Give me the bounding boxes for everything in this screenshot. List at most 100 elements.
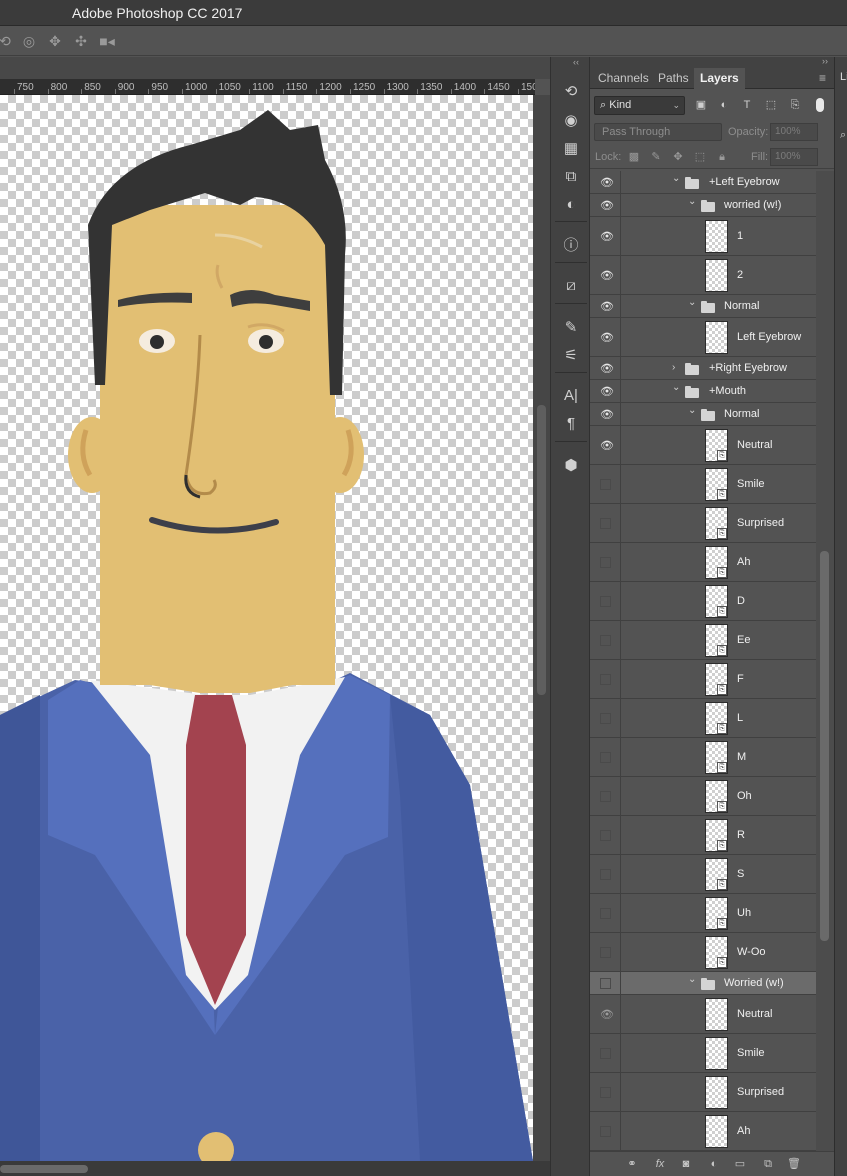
layer-row[interactable]: ⎘ Surprised	[590, 504, 816, 543]
visibility-cell[interactable]: 👁︎	[590, 426, 621, 464]
fx-icon[interactable]: fx	[652, 1157, 668, 1171]
shape-filter-icon[interactable]: ⬚	[764, 98, 778, 112]
layers-scroll-thumb[interactable]	[820, 551, 829, 941]
adjustment-filter-icon[interactable]: ◐	[717, 98, 731, 112]
layer-group-row[interactable]: 👁︎ ⌄ worried (w!)	[590, 194, 816, 217]
visibility-toggle-empty[interactable]	[600, 635, 611, 646]
eye-icon[interactable]: 👁︎	[600, 270, 614, 281]
layer-row[interactable]: ⎘ L	[590, 699, 816, 738]
visibility-cell[interactable]: 👁︎	[590, 995, 621, 1033]
chevron-down-icon[interactable]: ⌄	[688, 405, 696, 416]
visibility-cell[interactable]	[590, 972, 621, 994]
canvas-vertical-scrollbar[interactable]	[533, 95, 550, 1161]
new-layer-icon[interactable]: ⧉	[760, 1157, 776, 1171]
visibility-toggle-empty[interactable]	[600, 713, 611, 724]
filter-toggle[interactable]	[816, 98, 824, 112]
layer-group-row[interactable]: 👁︎ ⌄ +Left Eyebrow	[590, 171, 816, 194]
visibility-toggle-empty[interactable]	[600, 869, 611, 880]
visibility-cell[interactable]: 👁︎	[590, 403, 621, 425]
trash-icon[interactable]: 🗑︎	[786, 1157, 802, 1171]
visibility-toggle-empty[interactable]	[600, 1087, 611, 1098]
collapse-arrows-icon[interactable]: ‹‹	[573, 57, 579, 67]
chevron-right-icon[interactable]: ›	[672, 362, 675, 373]
visibility-cell[interactable]	[590, 699, 621, 737]
layer-row[interactable]: ⎘ Ah	[590, 543, 816, 582]
layer-group-row[interactable]: 👁︎ ⌄ Normal	[590, 295, 816, 318]
type-filter-icon[interactable]: T	[740, 98, 754, 112]
layer-row[interactable]: 👁︎ ⎘ Neutral	[590, 426, 816, 465]
visibility-cell[interactable]: 👁︎	[590, 194, 621, 216]
visibility-toggle-empty[interactable]	[600, 947, 611, 958]
visibility-cell[interactable]	[590, 777, 621, 815]
visibility-cell[interactable]	[590, 933, 621, 971]
eye-icon[interactable]: 👁︎	[600, 440, 614, 451]
visibility-cell[interactable]	[590, 465, 621, 503]
swatches-icon[interactable]: ▦	[559, 138, 583, 160]
layer-group-row[interactable]: 👁︎ › +Right Eyebrow	[590, 357, 816, 380]
visibility-cell[interactable]	[590, 1034, 621, 1072]
eye-icon[interactable]: 👁︎	[600, 231, 614, 242]
layer-row[interactable]: ⎘ F	[590, 660, 816, 699]
visibility-cell[interactable]	[590, 1073, 621, 1111]
canvas-vscroll-thumb[interactable]	[537, 405, 546, 695]
visibility-toggle-empty[interactable]	[600, 908, 611, 919]
layer-row[interactable]: ⎘ Ee	[590, 621, 816, 660]
properties-icon[interactable]: ⧄	[559, 275, 583, 297]
layers-scrollbar[interactable]	[816, 171, 834, 1151]
pixel-filter-icon[interactable]: ▣	[694, 98, 708, 112]
chevron-down-icon[interactable]: ⌄	[672, 173, 680, 184]
visibility-toggle-empty[interactable]	[600, 518, 611, 529]
visibility-toggle-empty[interactable]	[600, 752, 611, 763]
right-panel-label[interactable]: Li	[840, 71, 847, 83]
layer-row[interactable]: Ah	[590, 1112, 816, 1151]
3d-pan-icon[interactable]: ✥	[46, 32, 64, 50]
canvas-hscroll-thumb[interactable]	[0, 1165, 88, 1173]
panel-menu-icon[interactable]: ≡	[819, 71, 826, 85]
3d-icon[interactable]: ⬢	[559, 455, 583, 477]
filter-kind-select[interactable]: ⌕ Kind ⌄	[594, 96, 685, 115]
libraries-icon[interactable]: ⧉	[559, 166, 583, 188]
adjustment-layer-icon[interactable]: ◐	[706, 1157, 722, 1171]
chevron-down-icon[interactable]: ⌄	[672, 382, 680, 393]
visibility-cell[interactable]	[590, 1112, 621, 1150]
chevron-down-icon[interactable]: ⌄	[688, 297, 696, 308]
visibility-cell[interactable]: 👁︎	[590, 357, 621, 379]
smart-object-filter-icon[interactable]: ⎘	[788, 98, 802, 112]
lock-artboard-icon[interactable]: ⬚	[693, 150, 707, 164]
adjustments-icon[interactable]: ◐	[559, 194, 583, 216]
chevron-down-icon[interactable]: ⌄	[688, 196, 696, 207]
layer-row[interactable]: Smile	[590, 1034, 816, 1073]
lock-position-icon[interactable]: ✥	[671, 150, 685, 164]
visibility-toggle-empty[interactable]	[600, 1126, 611, 1137]
visibility-cell[interactable]: 👁︎	[590, 171, 621, 193]
layer-row[interactable]: 👁︎ 2	[590, 256, 816, 295]
visibility-toggle-empty[interactable]	[600, 830, 611, 841]
canvas-horizontal-scrollbar[interactable]	[0, 1161, 550, 1176]
layer-group-row[interactable]: ⌄ Worried (w!)	[590, 972, 816, 995]
layer-row[interactable]: ⎘ D	[590, 582, 816, 621]
visibility-cell[interactable]	[590, 660, 621, 698]
tab-paths[interactable]: Paths	[652, 68, 695, 89]
lock-all-icon[interactable]: 🔒︎	[715, 150, 729, 164]
fill-field[interactable]: 100%	[770, 148, 818, 166]
chevron-down-icon[interactable]: ⌄	[688, 974, 696, 985]
visibility-toggle-empty[interactable]	[600, 978, 611, 989]
layer-group-row[interactable]: 👁︎ ⌄ +Mouth	[590, 380, 816, 403]
visibility-toggle-empty[interactable]	[600, 674, 611, 685]
tab-channels[interactable]: Channels	[592, 68, 655, 89]
layer-row[interactable]: ⎘ W-Oo	[590, 933, 816, 972]
search-icon[interactable]: ⌕	[840, 129, 846, 142]
character-icon[interactable]: A|	[559, 385, 583, 407]
brush-presets-icon[interactable]: ⚟	[559, 345, 583, 367]
brush-icon[interactable]: ✎	[559, 317, 583, 339]
layer-row[interactable]: 👁︎ Left Eyebrow	[590, 318, 816, 357]
visibility-cell[interactable]	[590, 543, 621, 581]
visibility-cell[interactable]: 👁︎	[590, 295, 621, 317]
layer-row[interactable]: Surprised	[590, 1073, 816, 1112]
visibility-toggle-empty[interactable]	[600, 557, 611, 568]
visibility-cell[interactable]	[590, 738, 621, 776]
document-canvas[interactable]	[0, 95, 533, 1161]
history-icon[interactable]: ⟲	[559, 81, 583, 103]
visibility-cell[interactable]	[590, 855, 621, 893]
visibility-cell[interactable]: 👁︎	[590, 256, 621, 294]
